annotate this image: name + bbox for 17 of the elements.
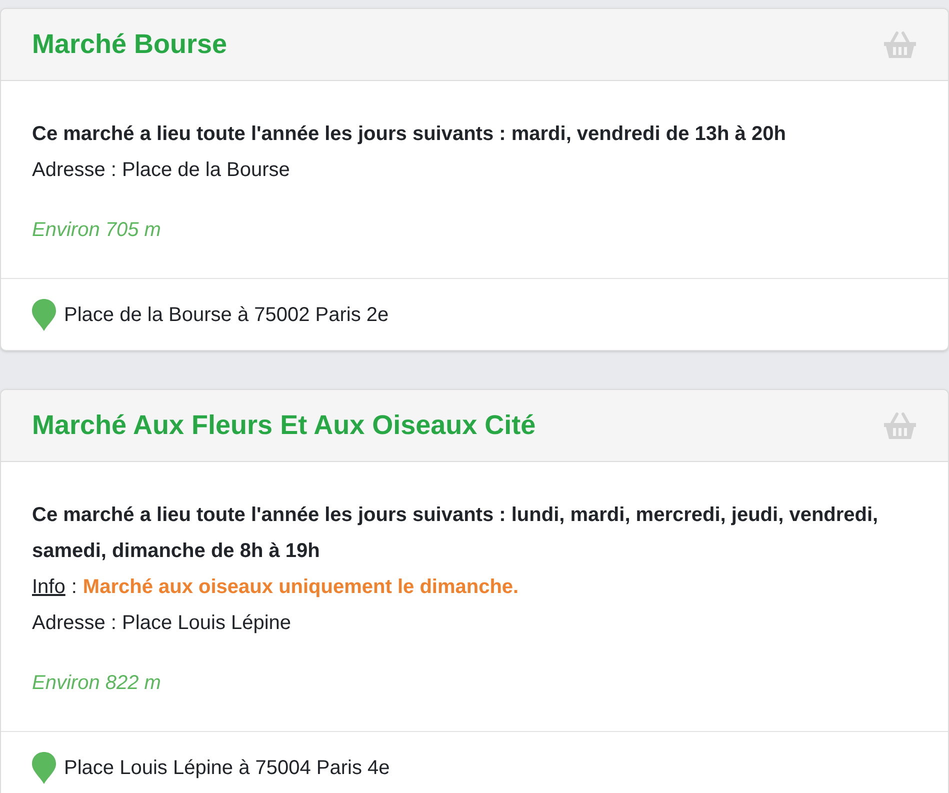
schedule-text: Ce marché a lieu toute l'année les jours suivants : lundi, mardi, mercredi, jeudi, vendredi, samedi, dimanche de 8h à 19h xyxy=(32,503,880,564)
market-title: Marché Aux Fleurs Et Aux Oiseaux Cité xyxy=(32,409,536,442)
distance-text: Environ 705 m xyxy=(32,218,162,243)
address-text: Adresse : Place Louis Lépine xyxy=(32,611,292,636)
map-pin-icon xyxy=(32,298,56,330)
distance-text: Environ 822 m xyxy=(32,671,162,696)
info-label: Info xyxy=(32,575,66,600)
address-text: Adresse : Place de la Bourse xyxy=(32,158,291,183)
schedule-text: Ce marché a lieu toute l'année les jours suivants : mardi, vendredi de 13h à 20h xyxy=(32,122,787,147)
basket-icon xyxy=(883,412,917,440)
info-note: Marché aux oiseaux uniquement le dimanche. xyxy=(82,575,519,600)
map-pin-icon xyxy=(32,752,56,784)
separator-text: : xyxy=(71,575,77,600)
location-text: Place de la Bourse à 75002 Paris 2e xyxy=(64,302,389,328)
basket-icon xyxy=(883,30,917,58)
market-title: Marché Bourse xyxy=(32,28,228,62)
location-text: Place Louis Lépine à 75004 Paris 4e xyxy=(64,756,390,780)
